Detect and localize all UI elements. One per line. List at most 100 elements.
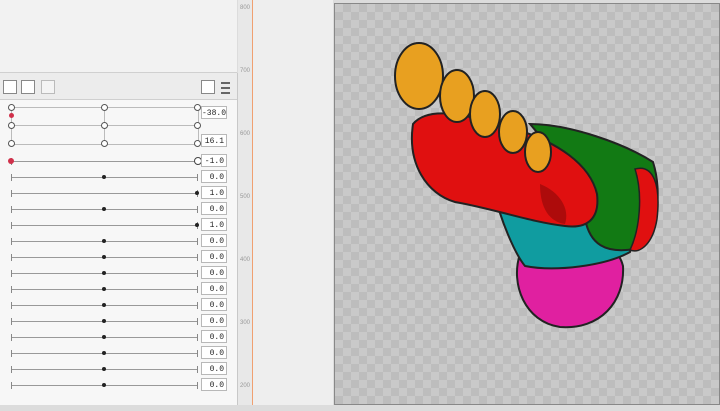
parameter-value-field[interactable]: 0.0 [201, 202, 227, 215]
slider-min-tick [11, 270, 12, 277]
warp-handle[interactable] [101, 104, 108, 111]
ruler-label: 600 [240, 131, 251, 137]
slider-max-tick [197, 350, 198, 357]
slider-thumb[interactable] [102, 351, 106, 355]
parameter-value-field[interactable]: 0.0 [201, 266, 227, 279]
slider-max-tick [197, 318, 198, 325]
warp-handle[interactable] [101, 122, 108, 129]
table-icon[interactable] [21, 80, 35, 94]
parameter-value-field[interactable]: 0.0 [201, 362, 227, 375]
slider-thumb[interactable] [102, 303, 106, 307]
parameter-value-field[interactable]: 0.0 [201, 298, 227, 311]
parameter-slider[interactable]: 0.0 [0, 377, 237, 393]
parameter-value-field[interactable]: 0.0 [201, 170, 227, 183]
slider-min-tick [11, 254, 12, 261]
slider-thumb[interactable] [195, 191, 199, 195]
parameter-slider[interactable]: 0.0 [0, 201, 237, 217]
warp-handle[interactable] [8, 122, 15, 129]
parameter-value-field[interactable]: -1.0 [201, 154, 227, 167]
parameter-slider[interactable]: 1.0 [0, 185, 237, 201]
parameter-slider[interactable]: 1.0 [0, 217, 237, 233]
slider-min-tick [11, 366, 12, 373]
slider-thumb[interactable] [102, 207, 106, 211]
slider-thumb[interactable] [102, 271, 106, 275]
slider-thumb[interactable] [102, 255, 106, 259]
slider-max-tick [197, 238, 198, 245]
slider-min-tick [11, 318, 12, 325]
keyform-icon[interactable] [3, 80, 17, 94]
slider-min-tick [11, 206, 12, 213]
slider-thumb[interactable] [8, 158, 14, 164]
warp-handle[interactable] [8, 104, 15, 111]
slider-max-tick [197, 254, 198, 261]
slider-thumb[interactable] [102, 383, 106, 387]
parameter-slider[interactable]: 0.0 [0, 345, 237, 361]
parameter-value-field[interactable]: 0.0 [201, 346, 227, 359]
parameter-value-field[interactable]: 0.0 [201, 330, 227, 343]
parameter-value-field[interactable]: 1.0 [201, 218, 227, 231]
slider-min-tick [11, 238, 12, 245]
parameter-slider[interactable]: 0.0 [0, 169, 237, 185]
parameter-value-field[interactable]: 1.0 [201, 186, 227, 199]
parameter-slider[interactable]: 0.0 [0, 297, 237, 313]
slider-thumb[interactable] [102, 287, 106, 291]
ruler-label: 300 [240, 320, 251, 326]
slider-max-tick [197, 366, 198, 373]
slider-thumb[interactable] [102, 239, 106, 243]
slider-thumb[interactable] [195, 223, 199, 227]
slider-thumb[interactable] [102, 335, 106, 339]
parameter-slider[interactable]: 0.0 [0, 313, 237, 329]
slider-thumb[interactable] [102, 319, 106, 323]
warp-handle[interactable] [194, 104, 201, 111]
slider-min-tick [11, 222, 12, 229]
slider-min-tick [11, 382, 12, 389]
warp-handle[interactable] [8, 140, 15, 147]
toe [439, 69, 475, 123]
slider-min-tick [11, 334, 12, 341]
slider-max-tick [197, 382, 198, 389]
warp-value-x[interactable]: -38.0 [201, 106, 227, 119]
slider-min-tick [11, 190, 12, 197]
parameter-value-field[interactable]: 0.0 [201, 250, 227, 263]
grid-icon[interactable] [41, 80, 55, 94]
parameter-slider[interactable]: 0.0 [0, 329, 237, 345]
parameter-slider[interactable]: 0.0 [0, 281, 237, 297]
parameter-slider[interactable]: 0.0 [0, 265, 237, 281]
warp-handle[interactable] [194, 140, 201, 147]
slider-max-tick [197, 334, 198, 341]
panel-scrollbar[interactable] [238, 0, 253, 405]
slider-track[interactable] [11, 161, 197, 162]
parameter-value-field[interactable]: 0.0 [201, 314, 227, 327]
ruler-label: 400 [240, 257, 251, 263]
calculator-icon[interactable] [201, 80, 215, 94]
slider-max-tick [197, 174, 198, 181]
slider-min-tick [11, 350, 12, 357]
warp-handle[interactable] [101, 140, 108, 147]
slider-track[interactable] [11, 193, 197, 194]
warp-handle[interactable] [194, 122, 201, 129]
slider-min-tick [11, 302, 12, 309]
vertical-ruler [252, 0, 333, 405]
toe [524, 131, 552, 173]
slider-track[interactable] [11, 225, 197, 226]
parameter-value-field[interactable]: 0.0 [201, 234, 227, 247]
parameter-slider[interactable]: 0.0 [0, 249, 237, 265]
slider-max-tick [197, 302, 198, 309]
ruler-label: 500 [240, 194, 251, 200]
foot-model [394, 42, 659, 329]
parameter-value-field[interactable]: 0.0 [201, 282, 227, 295]
slider-max-tick [197, 286, 198, 293]
slider-min-tick [11, 174, 12, 181]
slider-thumb[interactable] [102, 367, 106, 371]
warp-value-y[interactable]: 16.1 [201, 134, 227, 147]
ruler-label: 700 [240, 68, 251, 74]
parameter-slider[interactable]: -1.0 [0, 153, 237, 169]
slider-thumb[interactable] [102, 175, 106, 179]
canvas[interactable] [334, 3, 720, 405]
parameter-slider[interactable]: 0.0 [0, 361, 237, 377]
parameter-slider[interactable]: 0.0 [0, 233, 237, 249]
menu-icon[interactable] [221, 82, 230, 94]
slider-min-tick [11, 286, 12, 293]
toe [498, 110, 528, 154]
parameter-value-field[interactable]: 0.0 [201, 378, 227, 391]
